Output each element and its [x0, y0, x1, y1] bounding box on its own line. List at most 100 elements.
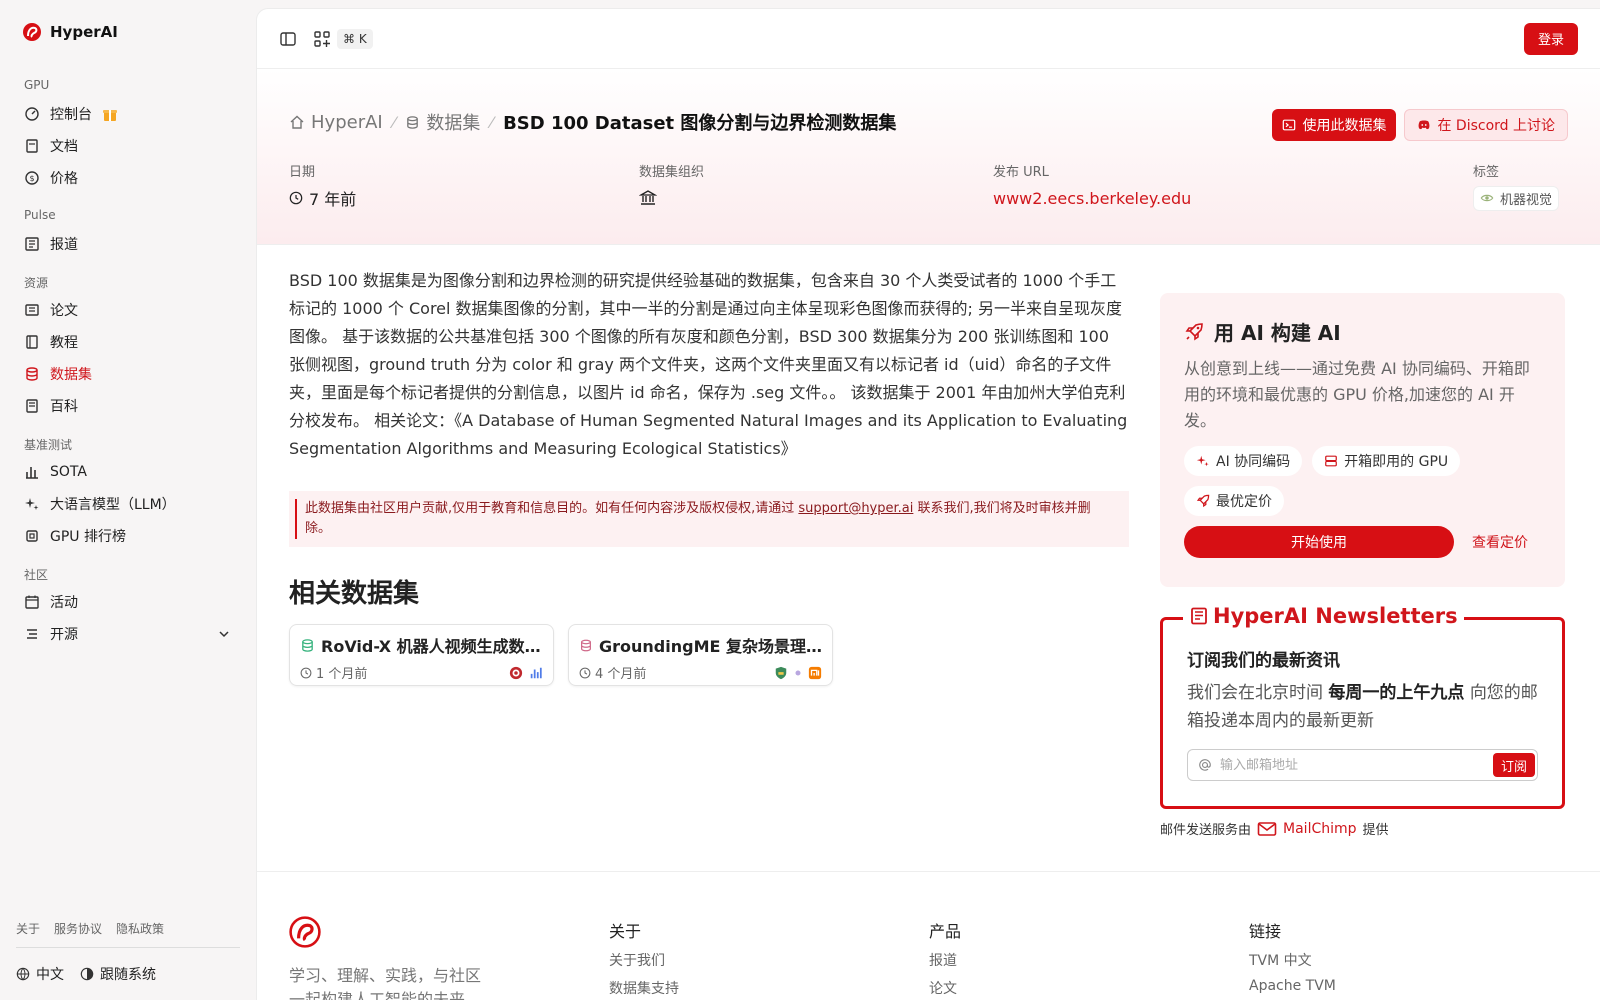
footer-col-about: 关于 关于我们 数据集支持: [609, 918, 679, 998]
use-dataset-label: 使用此数据集: [1302, 118, 1387, 134]
svg-text:$: $: [29, 174, 34, 183]
org-logos: [774, 666, 822, 680]
clock-icon: [579, 667, 591, 678]
meta-date-label: 日期: [289, 165, 316, 180]
related-dataset-name: GroundingME 复杂场景理…: [579, 633, 822, 657]
tag-chip[interactable]: 机器视觉: [1473, 185, 1560, 211]
language-label: 中文: [36, 967, 64, 983]
globe-icon: [16, 967, 30, 981]
related-dataset-meta: 1 个月前: [300, 663, 543, 682]
support-email-link[interactable]: support@hyper.ai: [798, 501, 913, 516]
theme-switcher[interactable]: 跟随系统: [80, 964, 156, 984]
apps-grid-icon[interactable]: [313, 30, 331, 48]
meta-org-label: 数据集组织: [639, 165, 705, 180]
main-panel: ⌘ K 登录 HyperAI ⁄ 数据集 ⁄ BSD 100 Dataset 图…: [256, 8, 1600, 1000]
subscribe-button[interactable]: 订阅: [1492, 753, 1535, 777]
get-started-button[interactable]: 开始使用: [1184, 526, 1454, 558]
sidebar-item-open-source[interactable]: 开源: [16, 618, 240, 650]
feature-chip-pricing: 最优定价: [1184, 486, 1284, 516]
sidebar-item-events[interactable]: 活动: [16, 586, 240, 618]
feature-label: AI 协同编码: [1216, 454, 1291, 470]
section-title-gpu: GPU: [24, 78, 50, 92]
footer-col-title: 关于: [609, 922, 642, 941]
footer-col-links: 链接 TVM 中文 Apache TVM: [1249, 918, 1336, 994]
newsletter-text-bold: 每周一的上午九点: [1328, 683, 1465, 703]
sidebar-item-sota[interactable]: SOTA: [16, 456, 240, 488]
footer-col-products: 产品 报道 论文: [929, 918, 961, 998]
meta-url-link[interactable]: www2.eecs.berkeley.edu: [993, 186, 1191, 210]
link-about[interactable]: 关于: [16, 920, 40, 937]
sidebar-item-tutorials[interactable]: 教程: [16, 326, 240, 358]
language-switcher[interactable]: 中文: [16, 964, 64, 984]
link-terms[interactable]: 服务协议: [54, 920, 102, 937]
sidebar-item-news[interactable]: 报道: [16, 228, 240, 260]
footer-link[interactable]: 关于我们: [609, 950, 679, 970]
org-logo-icon: [509, 666, 523, 679]
promo-features: AI 协同编码 开箱即用的 GPU 最优定价: [1184, 446, 1541, 516]
sidebar-item-wiki[interactable]: 百科: [16, 390, 240, 422]
use-dataset-button[interactable]: 使用此数据集: [1272, 109, 1397, 141]
hyperai-logo-icon[interactable]: [289, 916, 321, 948]
gift-icon: [103, 110, 117, 121]
server-icon: [1325, 455, 1338, 467]
rocket-icon: [1185, 322, 1203, 340]
view-pricing-link[interactable]: 查看定价: [1472, 532, 1528, 552]
sidebar-item-gpu-leaderboard[interactable]: GPU 排行榜: [16, 520, 240, 552]
newsletter-title: 订阅我们的最新资讯: [1187, 651, 1340, 671]
footer-link[interactable]: 数据集支持: [609, 978, 679, 998]
database-icon: [302, 638, 313, 652]
related-dataset-card[interactable]: RoVid-X 机器人视频生成数… 1 个月前: [289, 624, 554, 686]
link-privacy[interactable]: 隐私政策: [116, 920, 164, 937]
sidebar-item-docs[interactable]: 文档: [16, 130, 240, 162]
email-input[interactable]: [1220, 757, 1485, 773]
chart-logo-icon: [530, 667, 542, 678]
related-datasets-list: RoVid-X 机器人视频生成数… 1 个月前 GroundingME 复杂场景…: [289, 624, 1129, 686]
footer-link[interactable]: TVM 中文: [1249, 950, 1336, 970]
mailchimp-link[interactable]: MailChimp: [1257, 821, 1357, 837]
footer-link[interactable]: 报道: [929, 950, 961, 970]
brand[interactable]: HyperAI: [16, 0, 240, 64]
sidebar-item-llm[interactable]: 大语言模型（LLM）: [16, 488, 240, 520]
login-button[interactable]: 登录: [1523, 22, 1578, 55]
sidebar-item-datasets[interactable]: 数据集: [16, 358, 240, 390]
promo-title-text: 用 AI 构建 AI: [1214, 321, 1341, 345]
breadcrumb-datasets[interactable]: 数据集: [405, 109, 480, 135]
breadcrumb-separator: ⁄: [490, 112, 494, 132]
discord-discuss-button[interactable]: 在 Discord 上讨论: [1404, 109, 1568, 141]
sidebar-item-label: 活动: [50, 595, 78, 611]
sidebar-item-papers[interactable]: 论文: [16, 294, 240, 326]
feature-chip-ai-coding: AI 协同编码: [1184, 446, 1303, 476]
footer-col-title: 链接: [1249, 922, 1282, 941]
meta-tags-value: 机器视觉: [1473, 185, 1560, 211]
promo-actions: 开始使用 查看定价: [1184, 526, 1541, 558]
sidebar-toggle-icon[interactable]: [279, 30, 297, 48]
breadcrumb-home[interactable]: HyperAI: [289, 112, 383, 133]
sidebar-item-pricing[interactable]: $ 价格: [16, 162, 240, 194]
rocket-icon: [1196, 494, 1210, 508]
breadcrumb-home-label: HyperAI: [311, 111, 383, 133]
promo-text: 从创意到上线——通过免费 AI 协同编码、开箱即用的环境和最优惠的 GPU 价格…: [1184, 359, 1530, 430]
footer-slogan: 学习、理解、实践，与社区一起构建人工智能的未来: [289, 966, 482, 1000]
gauge-icon: [25, 107, 39, 121]
sidebar-item-console[interactable]: 控制台: [16, 98, 240, 130]
meta-date-value: 7 年前: [289, 186, 356, 210]
related-dataset-name: RoVid-X 机器人视频生成数…: [300, 633, 543, 657]
newsletter-legend-text: HyperAI Newsletters: [1213, 604, 1458, 628]
footer-link[interactable]: Apache TVM: [1249, 978, 1336, 994]
shield-logo-icon: [775, 666, 787, 679]
feature-label: 最优定价: [1216, 494, 1272, 510]
related-dataset-card[interactable]: GroundingME 复杂场景理… 4 个月前: [568, 624, 833, 686]
footer-link[interactable]: 论文: [929, 978, 961, 998]
meta-tags-label: 标签: [1473, 165, 1500, 180]
related-dataset-time: 4 个月前: [595, 667, 647, 682]
feature-chip-gpu: 开箱即用的 GPU: [1312, 446, 1461, 476]
sidebar-item-label: 论文: [50, 303, 78, 319]
newspaper-icon: [1191, 607, 1207, 625]
command-shortcut[interactable]: ⌘ K: [337, 28, 373, 49]
section-title-resources: 资源: [24, 276, 49, 290]
org-logos: [509, 666, 543, 680]
mi-logo-icon: [808, 666, 822, 679]
footer-col-title: 产品: [929, 922, 962, 941]
newspaper-icon: [25, 237, 39, 251]
chevron-down-icon[interactable]: [216, 626, 232, 642]
